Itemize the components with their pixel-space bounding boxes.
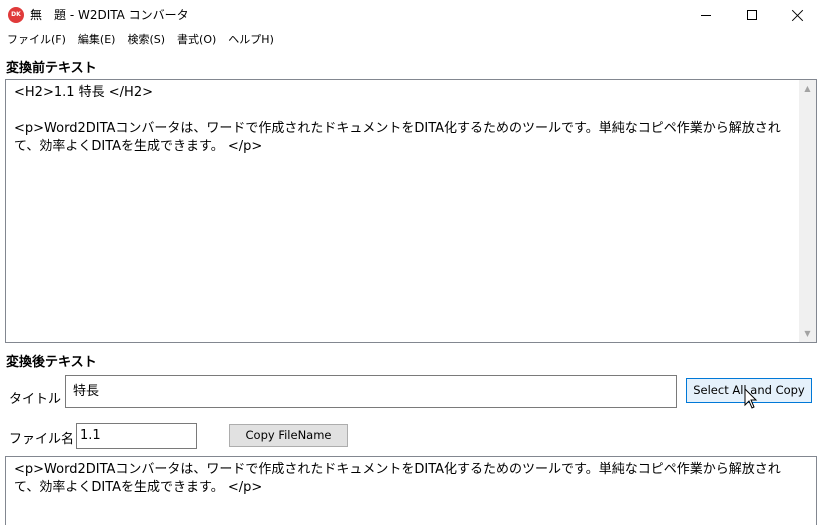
before-text-scrollbar[interactable]: ▲ ▼ — [799, 80, 816, 342]
app-icon[interactable]: DK — [8, 7, 24, 23]
after-text-label: 変換後テキスト — [6, 355, 97, 370]
title-label: タイトル — [9, 392, 62, 407]
menu-bar: ファイル(F) 編集(E) 検索(S) 書式(O) ヘルプH) — [0, 30, 821, 50]
minimize-icon — [701, 14, 711, 16]
after-text-area[interactable]: <p>Word2DITAコンバータは、ワードで作成されたドキュメントをDITA化… — [5, 456, 817, 525]
menu-edit[interactable]: 編集(E) — [78, 30, 116, 50]
filename-label: ファイル名 — [9, 432, 75, 447]
menu-help[interactable]: ヘルプH) — [228, 30, 274, 50]
maximize-button[interactable] — [729, 0, 775, 30]
before-text-label: 変換前テキスト — [6, 61, 97, 76]
menu-file[interactable]: ファイル(F) — [7, 30, 66, 50]
close-icon — [792, 9, 804, 21]
before-text-area[interactable]: <H2>1.1 特長 </H2> <p>Word2DITAコンバータは、ワードで… — [5, 79, 817, 343]
title-bar: DK 無 題 - W2DITA コンバータ — [0, 0, 821, 30]
scroll-down-arrow-icon[interactable]: ▼ — [799, 325, 816, 342]
menu-format[interactable]: 書式(O) — [177, 30, 216, 50]
scroll-up-arrow-icon[interactable]: ▲ — [799, 80, 816, 97]
before-text-content: <H2>1.1 特長 </H2> <p>Word2DITAコンバータは、ワードで… — [14, 85, 781, 154]
window-title: 無 題 - W2DITA コンバータ — [30, 8, 189, 22]
maximize-icon — [747, 10, 757, 20]
mouse-cursor-icon — [744, 388, 758, 409]
title-input[interactable]: 特長 — [65, 375, 677, 408]
after-text-content: <p>Word2DITAコンバータは、ワードで作成されたドキュメントをDITA化… — [14, 462, 781, 495]
filename-input[interactable]: 1.1 — [76, 423, 197, 449]
copy-filename-button[interactable]: Copy FileName — [229, 424, 348, 447]
close-button[interactable] — [775, 0, 821, 30]
minimize-button[interactable] — [683, 0, 729, 30]
menu-search[interactable]: 検索(S) — [127, 30, 165, 50]
